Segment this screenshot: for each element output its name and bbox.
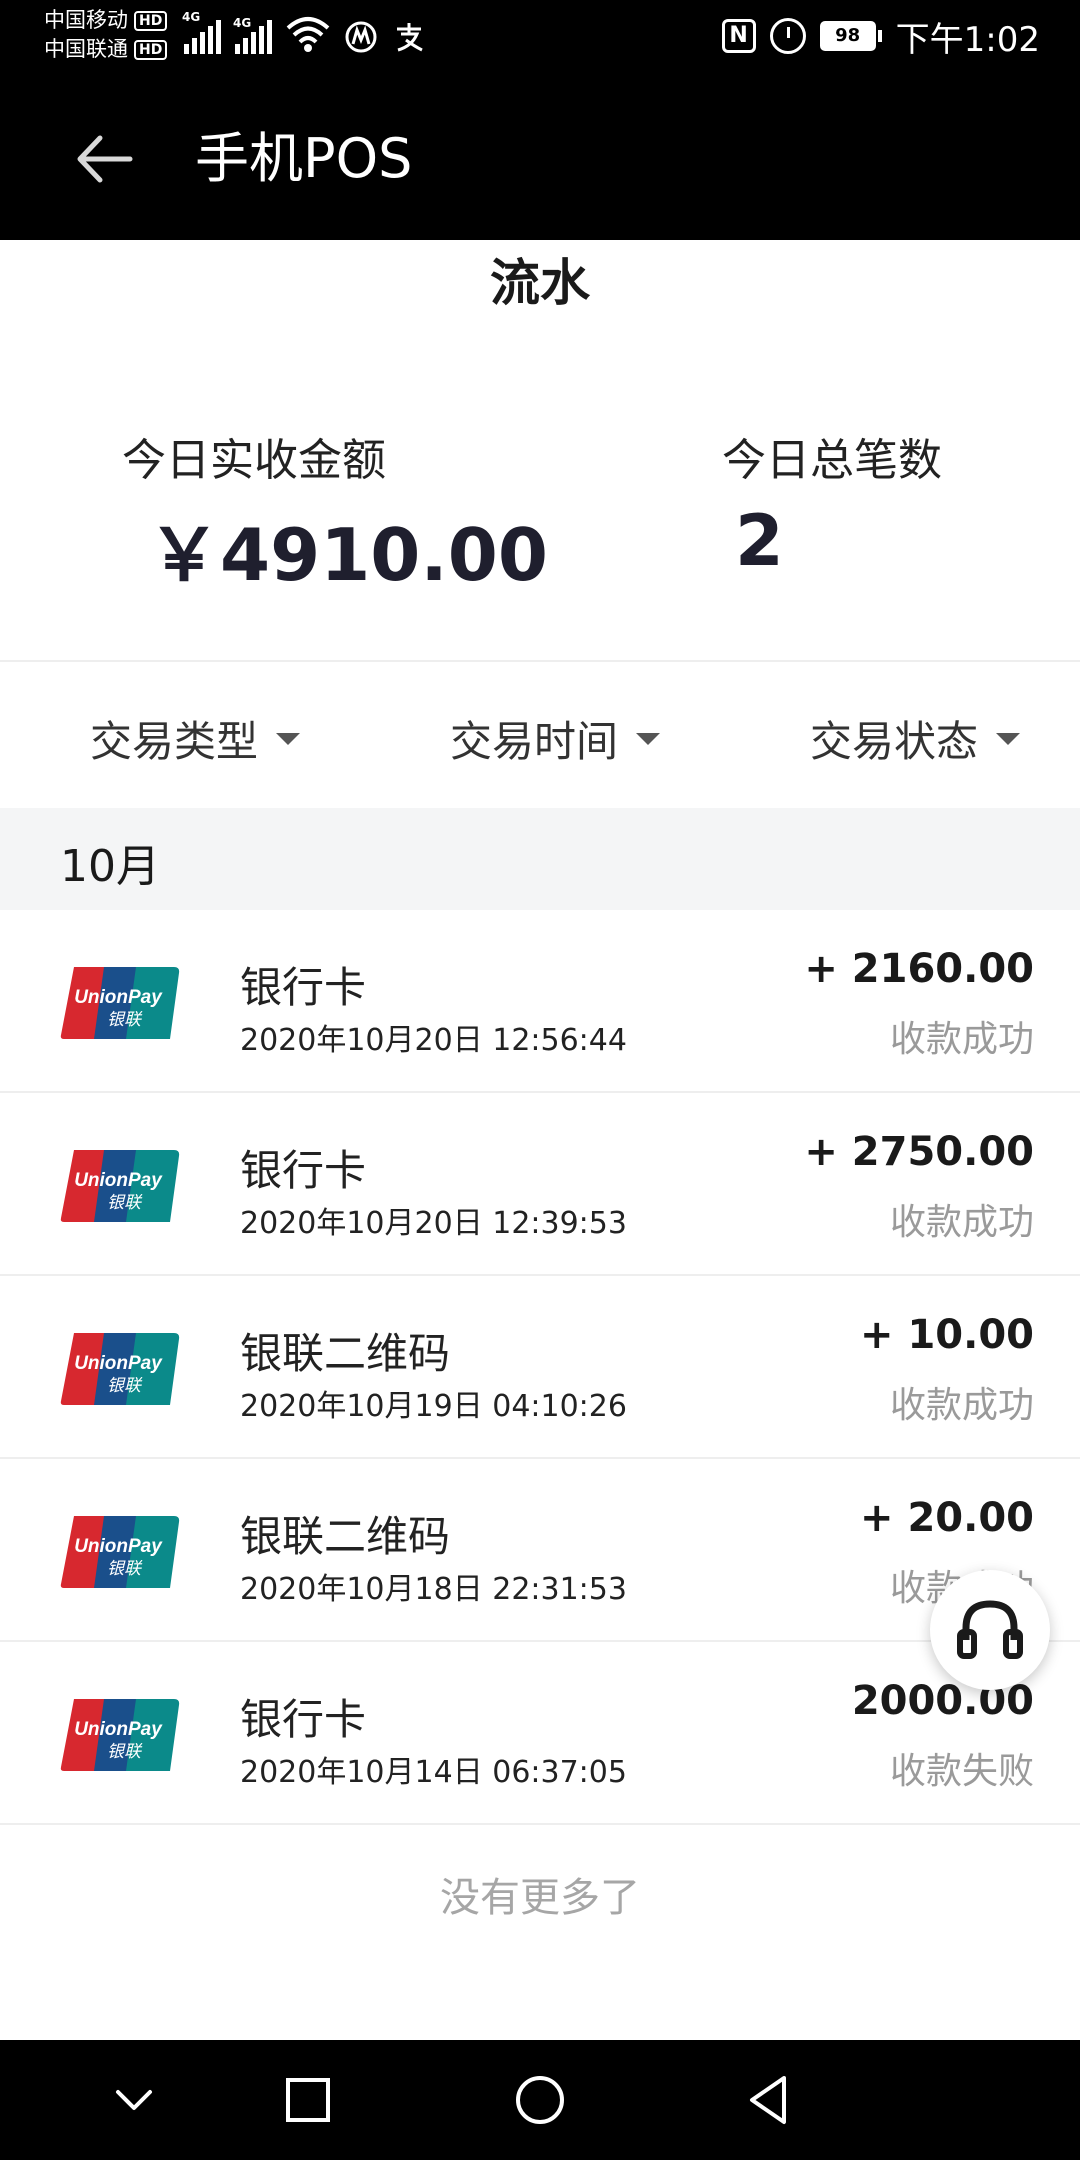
- transaction-type: 银行卡: [240, 1146, 367, 1195]
- filter-bar: 交易类型 交易时间 交易状态: [0, 662, 1080, 808]
- signal-icon: 4G: [182, 10, 221, 54]
- network-type-label: 4G: [233, 16, 252, 30]
- svg-text:银联: 银联: [107, 1193, 143, 1213]
- count-label: 今日总笔数: [722, 435, 942, 486]
- transaction-status: 收款成功: [889, 1019, 1034, 1060]
- wifi-icon: [286, 17, 330, 52]
- transaction-amount: + 2160.00: [804, 946, 1034, 992]
- caret-down-icon: [636, 732, 661, 745]
- transaction-list: UnionPay 银联 银行卡 2020年10月20日 12:56:44 + 2…: [0, 910, 1080, 1825]
- svg-text:银联: 银联: [107, 1376, 143, 1396]
- amount-label: 今日实收金额: [122, 435, 386, 486]
- battery-level: 98: [819, 21, 876, 51]
- app-bar: 手机POS: [0, 72, 1080, 240]
- triangle-left-icon[interactable]: [740, 2070, 800, 2130]
- transaction-status: 收款失败: [889, 1751, 1034, 1792]
- unionpay-logo: UnionPay 银联: [60, 1150, 180, 1222]
- status-time: 下午1:02: [895, 19, 1040, 60]
- filter-transaction-status[interactable]: 交易状态: [810, 708, 1021, 769]
- transaction-amount: + 10.00: [860, 1312, 1034, 1358]
- transaction-type: 银联二维码: [240, 1512, 451, 1561]
- carrier-2-label: 中国联通: [44, 37, 128, 61]
- unionpay-logo: UnionPay 银联: [60, 1516, 180, 1588]
- alipay-icon: [397, 23, 423, 52]
- transaction-status: 收款成功: [889, 1385, 1034, 1426]
- filter-label: 交易类型: [90, 717, 259, 766]
- transaction-amount: + 20.00: [860, 1495, 1034, 1541]
- transaction-row[interactable]: UnionPay 银联 银行卡 2020年10月20日 12:39:53 + 2…: [0, 1093, 1080, 1276]
- signal-indicators: 4G 4G: [182, 10, 426, 54]
- chevron-down-icon[interactable]: [104, 2070, 164, 2130]
- transaction-row[interactable]: UnionPay 银联 银行卡 2020年10月14日 06:37:05 200…: [0, 1642, 1080, 1825]
- arrow-left-icon[interactable]: [70, 124, 140, 194]
- svg-text:UnionPay: UnionPay: [74, 1170, 163, 1191]
- unionpay-logo: UnionPay 银联: [60, 1333, 180, 1405]
- transaction-type: 银行卡: [240, 963, 367, 1012]
- transaction-datetime: 2020年10月20日 12:39:53: [240, 1206, 627, 1241]
- unionpay-logo: UnionPay 银联: [60, 967, 180, 1039]
- square-icon[interactable]: [278, 2070, 338, 2130]
- transaction-datetime: 2020年10月20日 12:56:44: [240, 1023, 627, 1058]
- status-right: N 98 下午1:02: [721, 12, 1040, 60]
- transaction-datetime: 2020年10月14日 06:37:05: [240, 1755, 627, 1790]
- network-type-label: 4G: [182, 10, 201, 24]
- hd-badge: HD: [134, 39, 168, 60]
- filter-transaction-type[interactable]: 交易类型: [90, 708, 301, 769]
- carrier-info: 中国移动 HD 中国联通 HD: [44, 6, 168, 64]
- caret-down-icon: [276, 732, 301, 745]
- signal-icon: 4G: [233, 16, 272, 54]
- carrier-1-label: 中国移动: [44, 8, 128, 32]
- filter-transaction-time[interactable]: 交易时间: [450, 708, 661, 769]
- nfc-icon: N: [721, 19, 756, 53]
- unionpay-logo: UnionPay 银联: [60, 1699, 180, 1771]
- page-title: 流水: [490, 254, 590, 312]
- svg-text:UnionPay: UnionPay: [74, 987, 163, 1008]
- filter-label: 交易状态: [810, 717, 979, 766]
- transaction-status: 收款成功: [889, 1202, 1034, 1243]
- svg-text:银联: 银联: [107, 1559, 143, 1579]
- headset-icon: [957, 1600, 1023, 1659]
- status-bar: 中国移动 HD 中国联通 HD 4G 4G N 98 下午1:02: [0, 0, 1080, 72]
- amount-value: ￥4910.00: [148, 513, 548, 597]
- svg-text:UnionPay: UnionPay: [74, 1719, 163, 1740]
- count-value: 2: [735, 500, 784, 582]
- circle-icon[interactable]: [510, 2070, 570, 2130]
- transaction-row[interactable]: UnionPay 银联 银联二维码 2020年10月19日 04:10:26 +…: [0, 1276, 1080, 1459]
- transaction-row[interactable]: UnionPay 银联 银联二维码 2020年10月18日 22:31:53 +…: [0, 1459, 1080, 1642]
- transaction-datetime: 2020年10月18日 22:31:53: [240, 1572, 627, 1607]
- support-button[interactable]: [930, 1570, 1050, 1690]
- caret-down-icon: [996, 732, 1021, 745]
- month-label: 10月: [60, 841, 160, 892]
- no-more-label: 没有更多了: [440, 1875, 640, 1921]
- svg-text:银联: 银联: [107, 1010, 143, 1030]
- transaction-type: 银行卡: [240, 1695, 367, 1744]
- battery-icon: 98: [819, 21, 882, 51]
- svg-text:UnionPay: UnionPay: [74, 1353, 163, 1374]
- filter-label: 交易时间: [450, 717, 619, 766]
- system-nav-bar: [0, 2040, 1080, 2160]
- hd-badge: HD: [134, 10, 168, 31]
- transaction-row[interactable]: UnionPay 银联 银行卡 2020年10月20日 12:56:44 + 2…: [0, 910, 1080, 1093]
- metro-icon: [345, 21, 377, 53]
- alarm-icon: [769, 18, 806, 54]
- transaction-datetime: 2020年10月19日 04:10:26: [240, 1389, 627, 1424]
- svg-text:银联: 银联: [107, 1742, 143, 1762]
- transaction-amount: + 2750.00: [804, 1129, 1034, 1175]
- transaction-type: 银联二维码: [240, 1329, 451, 1378]
- app-title: 手机POS: [195, 127, 413, 190]
- month-header: 10月: [0, 808, 1080, 910]
- svg-text:UnionPay: UnionPay: [74, 1536, 163, 1557]
